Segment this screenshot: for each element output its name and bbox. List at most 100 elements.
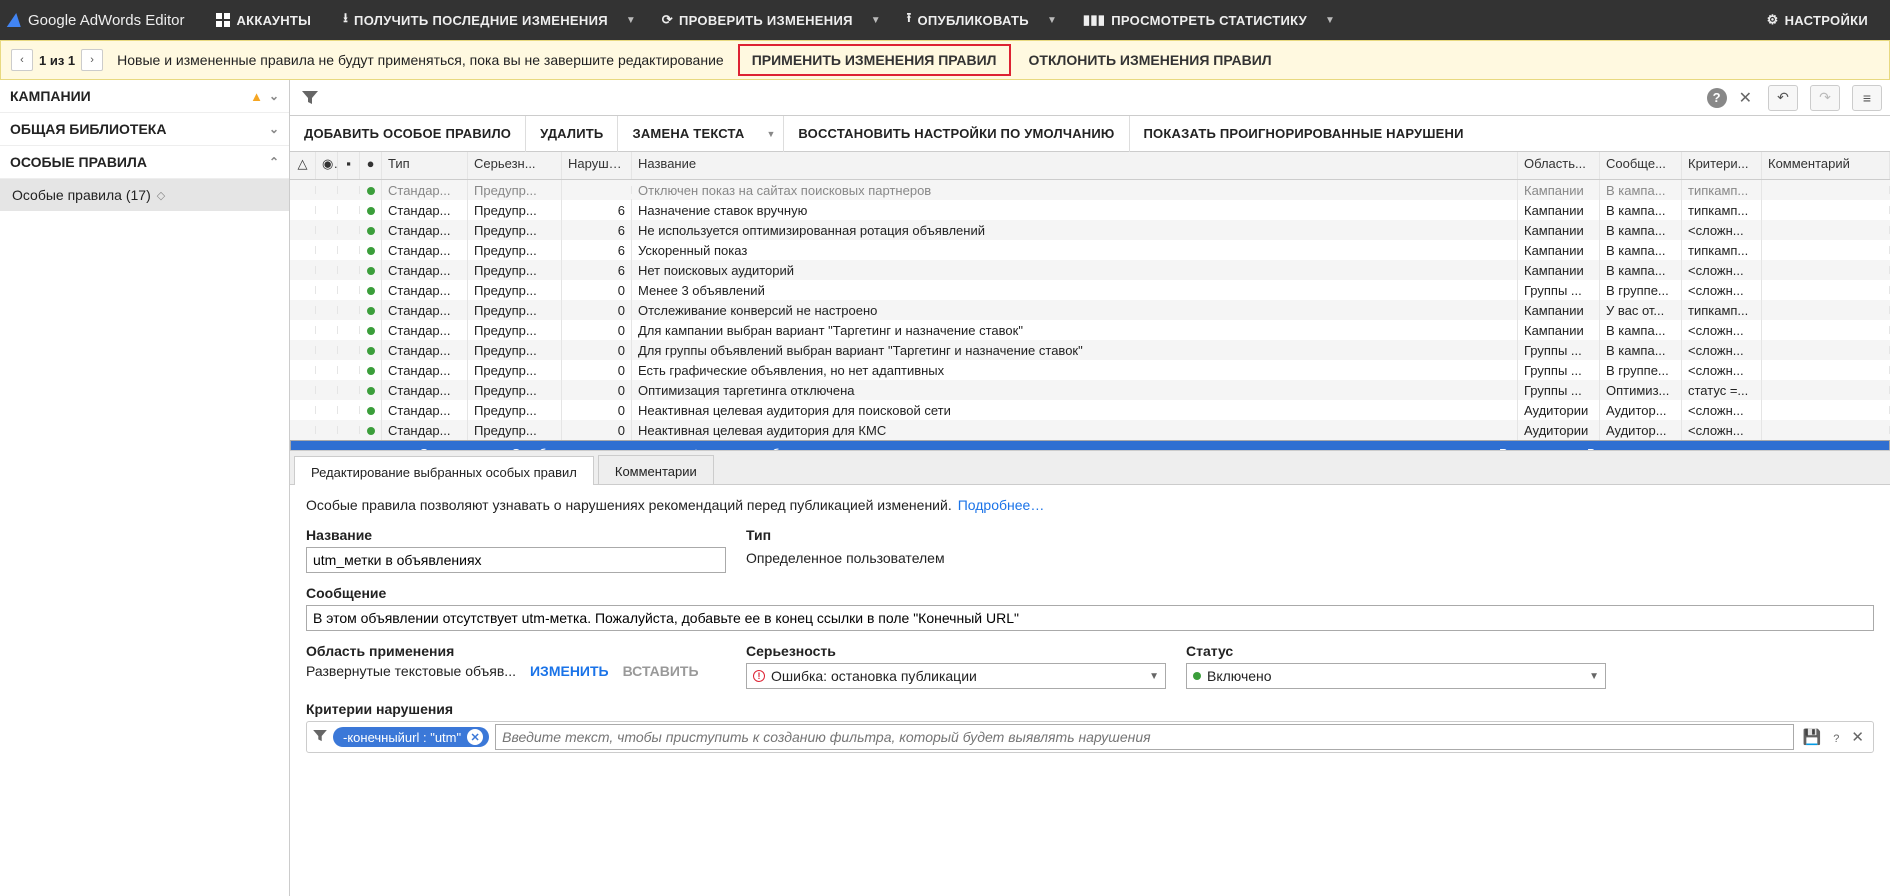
detail-tabs: Редактирование выбранных особых правил К… [290, 451, 1890, 485]
enabled-dot-icon [367, 387, 375, 395]
stats-dropdown[interactable]: ▼ [1317, 15, 1343, 26]
stats-button[interactable]: ▮▮▮ПРОСМОТРЕТЬ СТАТИСТИКУ [1069, 0, 1321, 40]
chip-remove-icon[interactable]: ✕ [467, 729, 483, 745]
sidebar-rules-item[interactable]: Особые правила (17)◇ [0, 179, 289, 211]
restore-defaults-button[interactable]: ВОССТАНОВИТЬ НАСТРОЙКИ ПО УМОЛЧАНИЮ [784, 116, 1129, 152]
table-row[interactable]: Стандар...Предупр...6Не используется опт… [290, 220, 1890, 240]
app-title: Google AdWords Editor [28, 12, 184, 29]
delete-button[interactable]: УДАЛИТЬ [526, 116, 618, 152]
col-title[interactable]: Название [632, 152, 1518, 179]
stats-icon: ▮▮▮ [1083, 12, 1105, 28]
settings-button[interactable]: ⚙НАСТРОЙКИ [1753, 0, 1882, 40]
table-row[interactable]: Стандар...Предупр...0Есть графические об… [290, 360, 1890, 380]
replace-text-button[interactable]: ЗАМЕНА ТЕКСТА [618, 116, 758, 152]
criteria-input[interactable] [495, 724, 1793, 750]
sidebar-library[interactable]: ОБЩАЯ БИБЛИОТЕКА⌄ [0, 113, 289, 146]
table-row[interactable]: Стандар...Предупр...0Менее 3 объявленийГ… [290, 280, 1890, 300]
status-label: Статус [1186, 643, 1606, 659]
table-row[interactable]: Стандар...Предупр...0Неактивная целевая … [290, 420, 1890, 440]
chevron-down-icon: ▼ [1149, 671, 1159, 682]
enabled-dot-icon [367, 287, 375, 295]
clear-criteria-icon[interactable]: ✕ [1848, 728, 1867, 746]
get-changes-dropdown[interactable]: ▼ [618, 15, 644, 26]
accounts-button[interactable]: АККАУНТЫ [202, 0, 325, 40]
collapse-button[interactable]: ≡ [1852, 85, 1882, 111]
notice-prev-button[interactable]: ‹ [11, 49, 33, 71]
save-criteria-icon[interactable]: 💾 [1800, 728, 1825, 746]
col-dot1[interactable]: ◉ [316, 152, 338, 179]
enabled-dot-icon [367, 247, 375, 255]
notice-count: 1 из 1 [39, 53, 75, 68]
notice-next-button[interactable]: › [81, 49, 103, 71]
learn-more-link[interactable]: Подробнее… [958, 497, 1045, 513]
col-message[interactable]: Сообще... [1600, 152, 1682, 179]
severity-label: Серьезность [746, 643, 1166, 659]
col-warn[interactable]: △ [290, 152, 316, 179]
scope-label: Область применения [306, 643, 726, 659]
type-value: Определенное пользователем [746, 547, 945, 566]
reject-changes-button[interactable]: ОТКЛОНИТЬ ИЗМЕНЕНИЯ ПРАВИЛ [1025, 46, 1276, 74]
col-type[interactable]: Тип [382, 152, 468, 179]
criteria-label: Критерии нарушения [306, 701, 1874, 717]
criteria-chip[interactable]: -конечныйurl : "utm"✕ [333, 727, 489, 747]
show-ignored-button[interactable]: ПОКАЗАТЬ ПРОИГНОРИРОВАННЫЕ НАРУШЕНИ [1130, 116, 1478, 152]
get-changes-button[interactable]: ⭳ПОЛУЧИТЬ ПОСЛЕДНИЕ ИЗМЕНЕНИЯ [329, 0, 622, 40]
enabled-dot-icon [367, 207, 375, 215]
enabled-dot-icon [367, 327, 375, 335]
logo-icon [7, 13, 23, 27]
check-changes-dropdown[interactable]: ▼ [863, 15, 889, 26]
col-dot3[interactable]: ● [360, 152, 382, 179]
message-label: Сообщение [306, 585, 1874, 601]
notice-message: Новые и измененные правила не будут прим… [117, 52, 724, 68]
grid-header: △ ◉ ▪ ● Тип Серьезн... Наруше... Названи… [290, 152, 1890, 180]
table-row[interactable]: Стандар...Предупр...0Отслеживание конвер… [290, 300, 1890, 320]
message-input[interactable] [306, 605, 1874, 631]
filter-bar: ? ✕ ↶ ↷ ≡ [290, 80, 1890, 116]
apply-changes-button[interactable]: ПРИМЕНИТЬ ИЗМЕНЕНИЯ ПРАВИЛ [738, 44, 1011, 76]
col-violations[interactable]: Наруше... [562, 152, 632, 179]
sidebar-rules[interactable]: ОСОБЫЕ ПРАВИЛА⌃ [0, 146, 289, 179]
publish-dropdown[interactable]: ▼ [1039, 15, 1065, 26]
check-changes-button[interactable]: ⟳ПРОВЕРИТЬ ИЗМЕНЕНИЯ [648, 0, 867, 40]
enabled-dot-icon [367, 407, 375, 415]
replace-dropdown[interactable]: ▼ [758, 116, 784, 152]
redo-button[interactable]: ↷ [1810, 85, 1840, 111]
status-select[interactable]: Включено▼ [1186, 663, 1606, 689]
table-row[interactable]: Стандар...Предупр...0Для группы объявлен… [290, 340, 1890, 360]
refresh-icon: ⟳ [662, 12, 673, 28]
name-input[interactable] [306, 547, 726, 573]
sidebar-campaigns[interactable]: КАМПАНИИ▲⌄ [0, 80, 289, 113]
table-row[interactable]: Стандар...Предупр...0Оптимизация таргети… [290, 380, 1890, 400]
enabled-dot-icon [367, 427, 375, 435]
table-row[interactable]: △Опреде...Ошибка:...-utm_метки в объявле… [290, 440, 1890, 450]
criteria-help-icon[interactable]: ? [1830, 729, 1842, 746]
severity-select[interactable]: !Ошибка: остановка публикации▼ [746, 663, 1166, 689]
table-row[interactable]: Стандар...Предупр...0Неактивная целевая … [290, 400, 1890, 420]
undo-button[interactable]: ↶ [1768, 85, 1798, 111]
warning-icon: ▲ [250, 89, 263, 104]
criteria-bar: -конечныйurl : "utm"✕ 💾 ? ✕ [306, 721, 1874, 753]
add-rule-button[interactable]: ДОБАВИТЬ ОСОБОЕ ПРАВИЛО [290, 116, 526, 152]
tab-edit[interactable]: Редактирование выбранных особых правил [294, 456, 594, 485]
col-dot2[interactable]: ▪ [338, 152, 360, 179]
editor-description: Особые правила позволяют узнавать о нару… [306, 497, 1874, 513]
table-row[interactable]: Стандар...Предупр...6Назначение ставок в… [290, 200, 1890, 220]
col-severity[interactable]: Серьезн... [468, 152, 562, 179]
table-row[interactable]: Стандар...Предупр...Отключен показ на са… [290, 180, 1890, 200]
publish-button[interactable]: ⭱ОПУБЛИКОВАТЬ [893, 0, 1043, 40]
tab-comments[interactable]: Комментарии [598, 455, 714, 484]
table-row[interactable]: Стандар...Предупр...0Для кампании выбран… [290, 320, 1890, 340]
col-comment[interactable]: Комментарий [1762, 152, 1890, 179]
enabled-dot-icon [367, 347, 375, 355]
change-scope-link[interactable]: ИЗМЕНИТЬ [530, 663, 609, 679]
col-criteria[interactable]: Критери... [1682, 152, 1762, 179]
col-scope[interactable]: Область... [1518, 152, 1600, 179]
paste-scope-link[interactable]: ВСТАВИТЬ [623, 663, 699, 679]
table-row[interactable]: Стандар...Предупр...6Ускоренный показКам… [290, 240, 1890, 260]
close-filter-icon[interactable]: ✕ [1735, 88, 1756, 108]
table-row[interactable]: Стандар...Предупр...6Нет поисковых аудит… [290, 260, 1890, 280]
warning-icon: △ [305, 447, 314, 451]
filter-icon[interactable] [313, 729, 327, 745]
filter-icon[interactable] [298, 86, 322, 110]
help-icon[interactable]: ? [1707, 88, 1727, 108]
